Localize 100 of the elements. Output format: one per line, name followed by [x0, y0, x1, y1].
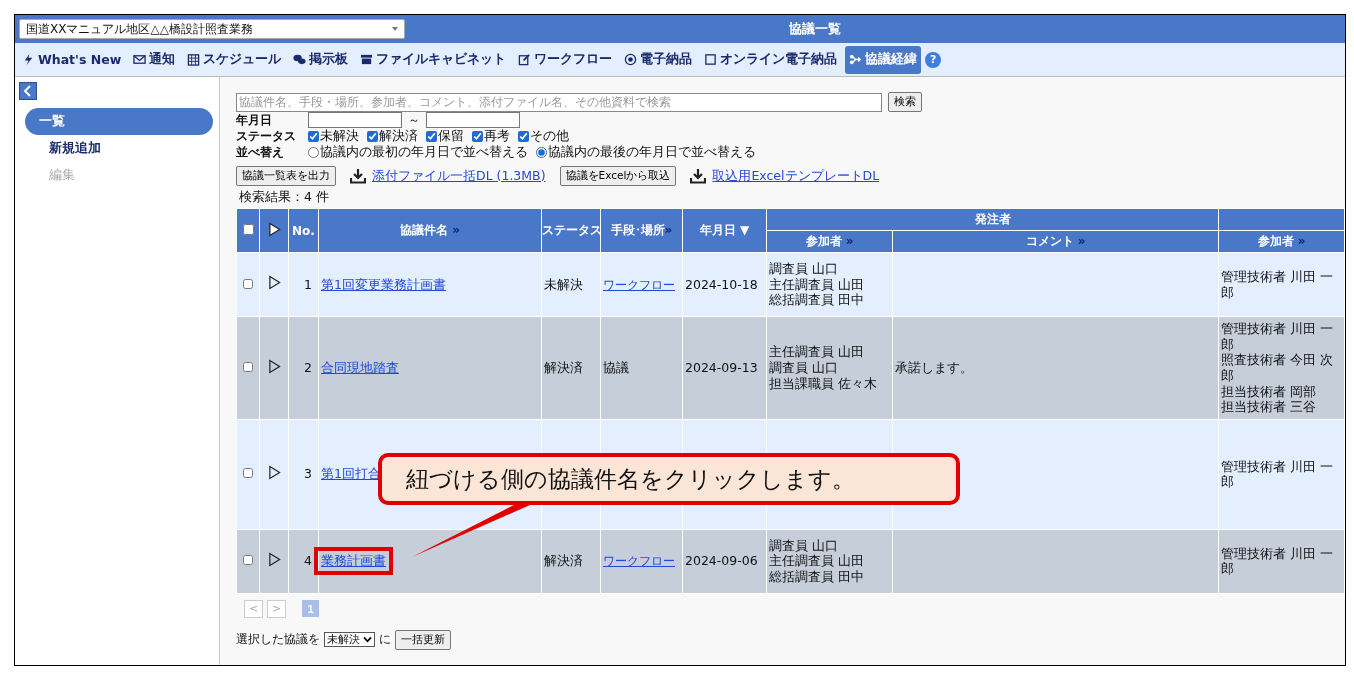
range-separator: ～: [408, 111, 420, 129]
expand-row-icon[interactable]: [267, 551, 281, 567]
table-cell: 解決済: [541, 529, 601, 594]
option-label: 保留: [438, 127, 464, 145]
edit-icon: [518, 53, 532, 66]
table-cell: 未解決: [541, 252, 601, 317]
table-cell: 承諾します。: [892, 316, 1219, 420]
collapse-icon[interactable]: [19, 82, 37, 100]
consultation-link[interactable]: 業務計画書: [321, 553, 386, 569]
means-link[interactable]: ワークフロー: [603, 277, 675, 292]
means-link[interactable]: ワークフロー: [603, 554, 675, 569]
nav-item[interactable]: 通知: [129, 47, 180, 72]
table-cell: 調査員 山口 主任調査員 山田 総括調査員 田中: [766, 252, 893, 317]
bulk-update-button[interactable]: 一括更新: [395, 629, 451, 650]
bulk-label: 選択した協議を: [236, 631, 320, 649]
header-cell[interactable]: 協議件名 »: [318, 208, 542, 253]
expand-row-icon[interactable]: [267, 464, 281, 480]
expand-row-icon[interactable]: [267, 275, 281, 291]
chat-bubbles-icon: [293, 53, 307, 66]
nav-item[interactable]: 掲示板: [289, 47, 353, 72]
table-cell: 解決済: [541, 316, 601, 420]
download-icon: [350, 168, 366, 184]
status-checkbox[interactable]: [472, 130, 483, 142]
nav-item[interactable]: オンライン電子納品: [700, 47, 842, 72]
table-cell: 2024-10-18: [682, 252, 767, 317]
status-checkbox[interactable]: [426, 130, 437, 142]
sort-radio[interactable]: [308, 146, 319, 158]
means-text: 協議: [603, 360, 629, 376]
project-select[interactable]: 国道XXマニュアル地区△△橋設計照査業務: [19, 19, 405, 39]
nav-item[interactable]: ワークフロー: [514, 47, 617, 72]
header-cell[interactable]: 手段･場所»: [600, 208, 683, 253]
consultation-link[interactable]: 合同現地踏査: [321, 360, 399, 376]
status-checkbox[interactable]: [367, 130, 378, 142]
dropdown-caret-icon: [392, 27, 398, 31]
date-field[interactable]: [308, 112, 402, 128]
table-cell: 2024-09-13: [682, 316, 767, 420]
field-label: 年月日: [236, 111, 273, 129]
table-cell: 3: [288, 419, 319, 530]
option-label: 協議内の最後の年月日で並べ替える: [548, 143, 756, 161]
table-cell: 調査員 山口 主任調査員 山田 総括調査員 田中: [766, 529, 893, 594]
row-checkbox[interactable]: [243, 362, 253, 373]
sidebar-item[interactable]: 一覧: [25, 108, 213, 135]
header-cell[interactable]: コメント »: [892, 230, 1219, 253]
envelope-icon: [133, 53, 147, 66]
action-button[interactable]: 協議一覧表を出力: [236, 166, 336, 186]
date-field[interactable]: [426, 112, 520, 128]
result-count: 検索結果：4 件: [239, 189, 330, 206]
option-label: 解決済: [379, 127, 418, 145]
chevron-down-icon: [363, 636, 372, 644]
nav-item[interactable]: スケジュール: [183, 47, 286, 72]
sort-radio[interactable]: [536, 146, 547, 158]
download-link[interactable]: 添付ファイル一括DL (1.3MB): [372, 167, 546, 185]
header-cell[interactable]: 年月日 ▼: [682, 208, 767, 253]
expand-row-icon[interactable]: [267, 358, 281, 374]
branch-arrow-icon: [849, 53, 863, 66]
table-cell: 管理技術者 川田 一郎: [1218, 529, 1345, 594]
status-select[interactable]: 未解決: [324, 632, 375, 648]
field-label: ステータス: [236, 127, 297, 145]
consultation-link[interactable]: 第1回変更業務計画書: [321, 276, 446, 292]
page-title: 協議一覧: [788, 20, 842, 38]
callout-box: 紐づける側の協議件名をクリックします。: [378, 453, 960, 505]
bolt-icon: [22, 53, 35, 66]
option-label: その他: [530, 127, 569, 145]
search-button[interactable]: 検索: [888, 92, 922, 112]
status-checkbox[interactable]: [308, 130, 319, 142]
square-icon: [704, 53, 718, 66]
select-all-checkbox[interactable]: [242, 223, 254, 235]
status-checkbox[interactable]: [518, 130, 529, 142]
help-icon[interactable]: ?: [925, 51, 942, 68]
expand-all-icon[interactable]: [267, 221, 281, 237]
header-cell: ステータス: [541, 208, 601, 253]
radio-circle-icon: [624, 53, 638, 66]
row-checkbox[interactable]: [243, 555, 253, 566]
calendar-icon: [187, 53, 201, 66]
table-cell: 管理技術者 川田 一郎: [1218, 419, 1345, 530]
table-cell: 1: [288, 252, 319, 317]
field-label: 並べ替え: [236, 143, 285, 161]
table-cell: 管理技術者 川田 一郎: [1218, 252, 1345, 317]
option-label: 再考: [484, 127, 510, 145]
sidebar-item[interactable]: 新規追加: [15, 135, 219, 162]
row-checkbox[interactable]: [243, 278, 253, 289]
nav-item[interactable]: ファイルキャビネット: [356, 47, 511, 72]
row-checkbox[interactable]: [243, 468, 253, 479]
nav-item[interactable]: What's New: [18, 48, 126, 71]
table-cell: 主任調査員 山田 調査員 山口 担当課職員 佐々木: [766, 316, 893, 420]
search-field[interactable]: 協議件名、手段・場所、参加者、コメント、添付ファイル名、その他資料で検索: [236, 92, 882, 112]
table-cell: 管理技術者 川田 一郎 照査技術者 今田 次郎 担当技術者 岡部 担当技術者 三谷: [1218, 316, 1345, 420]
option-label: 協議内の最初の年月日で並べ替える: [320, 143, 528, 161]
download-link[interactable]: 取込用ExcelテンプレートDL: [712, 167, 880, 185]
table-cell: 2024-09-06: [682, 529, 767, 594]
download-icon: [690, 168, 707, 184]
header-cell: No.: [288, 208, 319, 253]
bulk-label: に: [379, 631, 391, 649]
cabinet-icon: [360, 53, 374, 66]
nav-item[interactable]: 協議経緯: [845, 45, 922, 74]
option-label: 未解決: [320, 127, 359, 145]
action-button[interactable]: 協議をExcelから取込: [559, 166, 677, 186]
header-cell: 発注者: [766, 208, 1219, 231]
nav-item[interactable]: 電子納品: [620, 47, 697, 72]
table-cell: 2: [288, 316, 319, 420]
